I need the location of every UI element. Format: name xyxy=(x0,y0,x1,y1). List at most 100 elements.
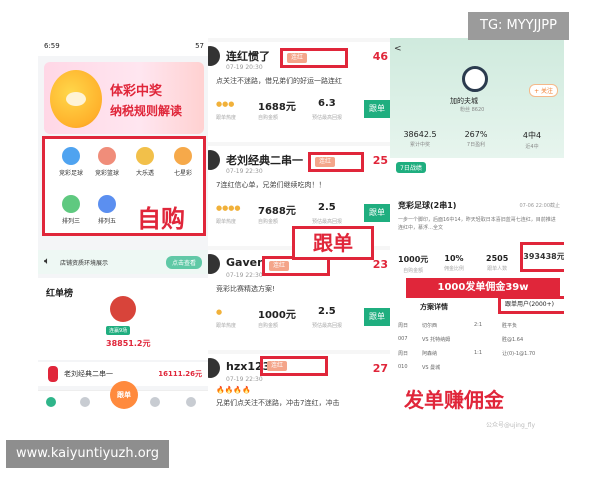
leaderboard-title: 红单榜 xyxy=(46,289,74,299)
bottom-tab-bar: 跟单 xyxy=(38,381,210,414)
game-label: 排列五 xyxy=(97,218,116,225)
stat-total-win: 38642.5 累计中奖 xyxy=(392,130,448,148)
table-row: 周日 切尔西 2:1 胜平负 xyxy=(398,320,558,334)
self-buy-label: 自购金额 xyxy=(258,219,279,225)
tab-follow-users[interactable]: 跟单用户(2000+) xyxy=(498,296,564,314)
plan-detail-card: 竞彩足球(2串1) 07-06 22:00截止 一步一个脚印，后面16中14，昨… xyxy=(390,198,564,438)
game-jczq[interactable]: 竞彩足球 xyxy=(51,147,91,177)
notice-text: 店铺资质环境展示 xyxy=(60,260,109,267)
tab-icon[interactable] xyxy=(186,397,196,407)
basketball-icon xyxy=(98,147,116,165)
follow-button[interactable]: + 关注 xyxy=(529,84,558,97)
self-buy-amount: 7688元 xyxy=(258,206,296,217)
plan-time: 07-19 22:30 xyxy=(226,376,263,383)
game-label: 竞彩足球 xyxy=(58,170,83,177)
max-return: 2.5 xyxy=(318,306,336,317)
heat-icon: ● xyxy=(216,308,223,316)
plan-card[interactable]: 连红惯了 07-19 20:30 连红 46 点关注不迷路，借兄弟们的好运一路连… xyxy=(208,42,390,142)
return-label: 预估最高回报 xyxy=(312,219,343,225)
self-buy-label: 自购 xyxy=(137,205,185,233)
fan-count: 粉丝 8620 xyxy=(460,107,485,113)
heat-icon: ●●● xyxy=(216,100,235,108)
avatar[interactable] xyxy=(208,358,220,378)
table-row: 周日 阿森纳 1:1 让(0)-1@1.70 xyxy=(398,348,558,362)
return-label: 预估最高回报 xyxy=(312,115,343,121)
max-return: 6.3 xyxy=(318,98,336,109)
self-buy-label: 自购金额 xyxy=(258,323,279,329)
plan-title: 竞彩足球(2串1) xyxy=(398,201,457,210)
home-tab-icon[interactable] xyxy=(46,397,56,407)
follow-button[interactable]: 跟单 xyxy=(364,204,390,222)
stat-value: 4中4 xyxy=(522,131,542,140)
stat-7day-profit: 267% 7日盈利 xyxy=(448,130,504,148)
plan-time: 07-19 22:30 xyxy=(226,168,263,175)
speaker-icon: 🔈︎ xyxy=(44,256,50,267)
lottery-ball-icon xyxy=(174,147,192,165)
stat-recent-hits: 4中4 近4中 xyxy=(504,130,560,150)
cell: 胜平负 xyxy=(502,323,518,329)
streak-badge: 连红 xyxy=(269,261,290,271)
tab-plan-detail[interactable]: 方案详情 xyxy=(420,302,448,312)
rank-avatar xyxy=(48,366,58,382)
winning-amount: 38851.2元 xyxy=(106,339,151,348)
football-icon xyxy=(62,147,80,165)
follow-button[interactable]: 跟单 xyxy=(364,100,390,118)
notice-view-button[interactable]: 点击查看 xyxy=(165,256,202,269)
max-return: 2.5 xyxy=(318,202,336,213)
plan-card[interactable]: Gaven 07-19 22:30 连红 23 竞彩比赛精选方案! ● 1000… xyxy=(208,250,390,350)
avatar[interactable] xyxy=(208,46,220,66)
stat-label: 跟单人数 xyxy=(487,266,508,272)
follow-button[interactable]: 跟单 xyxy=(364,308,390,326)
avatar[interactable] xyxy=(208,254,220,274)
status-time: 6:59 xyxy=(44,42,60,50)
game-jclq[interactable]: 竞彩篮球 xyxy=(87,147,127,177)
promo-banner[interactable]: 体彩中奖 纳税规则解读 xyxy=(44,62,204,134)
club-logo xyxy=(462,66,488,92)
hit-rate: 23 xyxy=(372,258,388,271)
plan-stat: 10% 佣金比例 xyxy=(444,254,464,272)
heat-label: 跟单热度 xyxy=(216,115,237,121)
game-label: 竞彩篮球 xyxy=(94,170,119,177)
cell: 007 xyxy=(398,336,408,342)
tab-7day-record[interactable]: 7日战绩 xyxy=(396,162,426,173)
self-buy-highlight: 竞彩足球 竞彩篮球 大乐透 七星彩 排列三 排列五 自购 xyxy=(42,136,206,236)
plan-card[interactable]: hzx123 07-19 22:30 连红 27 兄弟们点关注不迷路，冲击7连红… xyxy=(208,354,390,438)
streak-badge: 连赢9场 xyxy=(106,326,131,335)
notice-bar: 🔈︎ 店铺资质环境展示 点击查看 xyxy=(38,250,210,274)
game-qxc[interactable]: 七星彩 xyxy=(163,147,203,177)
follow-fab-button[interactable]: 跟单 xyxy=(110,381,138,409)
banner-title: 体彩中奖 xyxy=(110,84,163,99)
self-buy-amount: 1000元 xyxy=(258,310,296,321)
game-dlt[interactable]: 大乐透 xyxy=(125,147,165,177)
cell: 010 xyxy=(398,364,408,370)
game-pl5[interactable]: 排列五 xyxy=(87,195,127,225)
lottery-ball-icon xyxy=(98,195,116,213)
game-label: 排列三 xyxy=(61,218,80,225)
streak-badge: 连红 xyxy=(267,361,288,371)
tab-icon[interactable] xyxy=(150,397,160,407)
stat-label: 7日盈利 xyxy=(466,142,486,148)
stat-value: 38642.5 xyxy=(403,130,437,139)
game-pl3[interactable]: 排列三 xyxy=(51,195,91,225)
self-buy-label: 自购金额 xyxy=(258,115,279,121)
lottery-ball-icon xyxy=(62,195,80,213)
cell: VS 托特纳姆 xyxy=(422,337,451,343)
stat-label: 近4中 xyxy=(525,144,539,150)
tab-icon[interactable] xyxy=(80,397,90,407)
club-name: 加的夫城 xyxy=(450,97,478,105)
back-icon[interactable]: < xyxy=(394,44,402,54)
stat-label: 佣金比例 xyxy=(444,266,465,272)
commission-highlight: 393438元 xyxy=(520,242,564,272)
avatar[interactable] xyxy=(110,296,136,322)
avatar[interactable] xyxy=(208,150,220,170)
commission-banner: 1000发单佣金39w xyxy=(406,278,560,298)
right-phone-screen: < + 关注 加的夫城 粉丝 8620 38642.5 累计中奖 267% 7日… xyxy=(390,38,564,438)
heat-label: 跟单热度 xyxy=(216,323,237,329)
lottery-ball-icon xyxy=(136,147,154,165)
banner-subtitle: 纳税规则解读 xyxy=(110,104,183,118)
middle-phone-screen: 连红惯了 07-19 20:30 连红 46 点关注不迷路，借兄弟们的好运一路连… xyxy=(208,38,390,438)
plan-time: 07-19 22:30 xyxy=(226,272,263,279)
plan-stat: 2505 跟单人数 xyxy=(486,254,508,272)
cell: 2:1 xyxy=(474,322,483,328)
return-label: 预估最高回报 xyxy=(312,323,343,329)
